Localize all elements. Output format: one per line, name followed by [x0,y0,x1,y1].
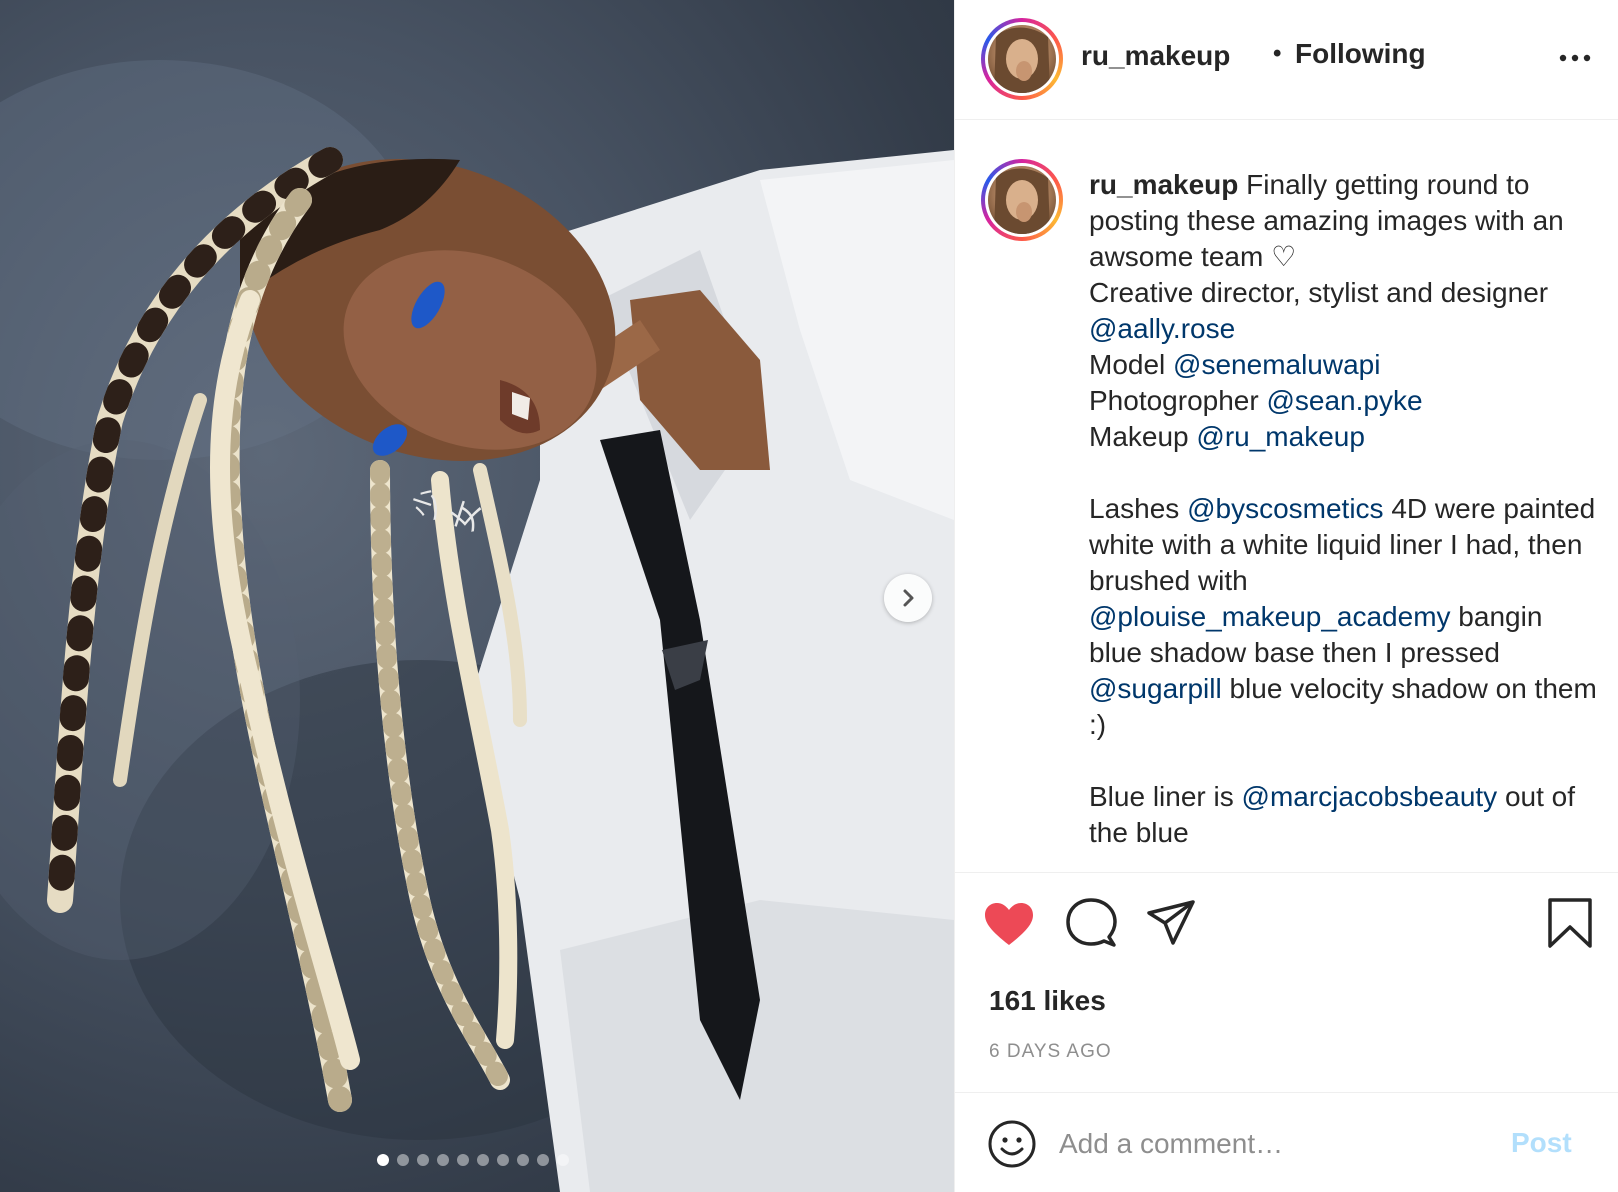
caption-avatar[interactable] [981,159,1063,241]
mention-link[interactable]: @sean.pyke [1266,385,1422,416]
carousel-dot [437,1154,449,1166]
carousel-dot [497,1154,509,1166]
mention-link[interactable]: @ru_makeup [1196,421,1365,452]
post-header: ru_makeup • Following [955,0,1618,120]
caption-text: Photogropher [1089,385,1267,416]
post-caption: ru_makeup Finally getting round to posti… [1089,167,1599,851]
post-viewer: 少女 ru_makeup • Following ru_makeup Final… [0,0,1618,1192]
carousel-dot [377,1154,389,1166]
post-actions: 161 likes 6 DAYS AGO [955,872,1618,1092]
caption-text: Creative director, stylist and designer [1089,277,1556,308]
header-separator: • [1273,40,1282,67]
post-sidebar: ru_makeup • Following ru_makeup Finally … [954,0,1618,1192]
carousel-dot [457,1154,469,1166]
caption-text: Model [1089,349,1174,380]
smiley-icon[interactable] [987,1119,1037,1169]
follow-status-button[interactable]: Following [1295,38,1426,70]
add-comment-form: Post [955,1092,1618,1192]
header-username[interactable]: ru_makeup [1081,40,1230,72]
comment-input[interactable] [1059,1119,1499,1169]
post-photo[interactable]: 少女 [0,0,954,1192]
carousel-dot [477,1154,489,1166]
mention-link[interactable]: @plouise_makeup_academy [1089,601,1451,632]
carousel-dot [537,1154,549,1166]
caption-text: Blue liner is [1089,781,1242,812]
chevron-right-icon [903,589,914,607]
mention-link[interactable]: @byscosmetics [1187,493,1383,524]
carousel-dot [517,1154,529,1166]
mention-link[interactable]: @senemaluwapi [1173,349,1380,380]
comments-section[interactable]: ru_makeup Finally getting round to posti… [955,121,1618,871]
more-horizontal-icon[interactable] [1555,44,1595,72]
post-comment-button[interactable]: Post [1511,1127,1572,1159]
post-image [0,60,954,1192]
avatar-image [988,166,1056,234]
bookmark-icon[interactable] [1547,897,1593,949]
paper-plane-icon[interactable] [1145,897,1197,949]
carousel-dot [557,1154,569,1166]
carousel-dot [397,1154,409,1166]
mention-link[interactable]: @aally.rose [1089,313,1235,344]
mention-link[interactable]: @marcjacobsbeauty [1242,781,1498,812]
next-photo-button[interactable] [884,574,932,622]
likes-count[interactable]: 161 likes [989,985,1106,1017]
speech-bubble-icon[interactable] [1065,897,1117,949]
post-timestamp: 6 DAYS AGO [989,1041,1112,1062]
caption-username[interactable]: ru_makeup [1089,169,1238,200]
mention-link[interactable]: @sugarpill [1089,673,1222,704]
avatar[interactable] [981,18,1063,100]
carousel-dot [417,1154,429,1166]
caption-text: Lashes [1089,493,1188,524]
caption-text: Makeup [1089,421,1197,452]
avatar-image [988,25,1056,93]
heart-filled-icon[interactable] [983,901,1035,949]
